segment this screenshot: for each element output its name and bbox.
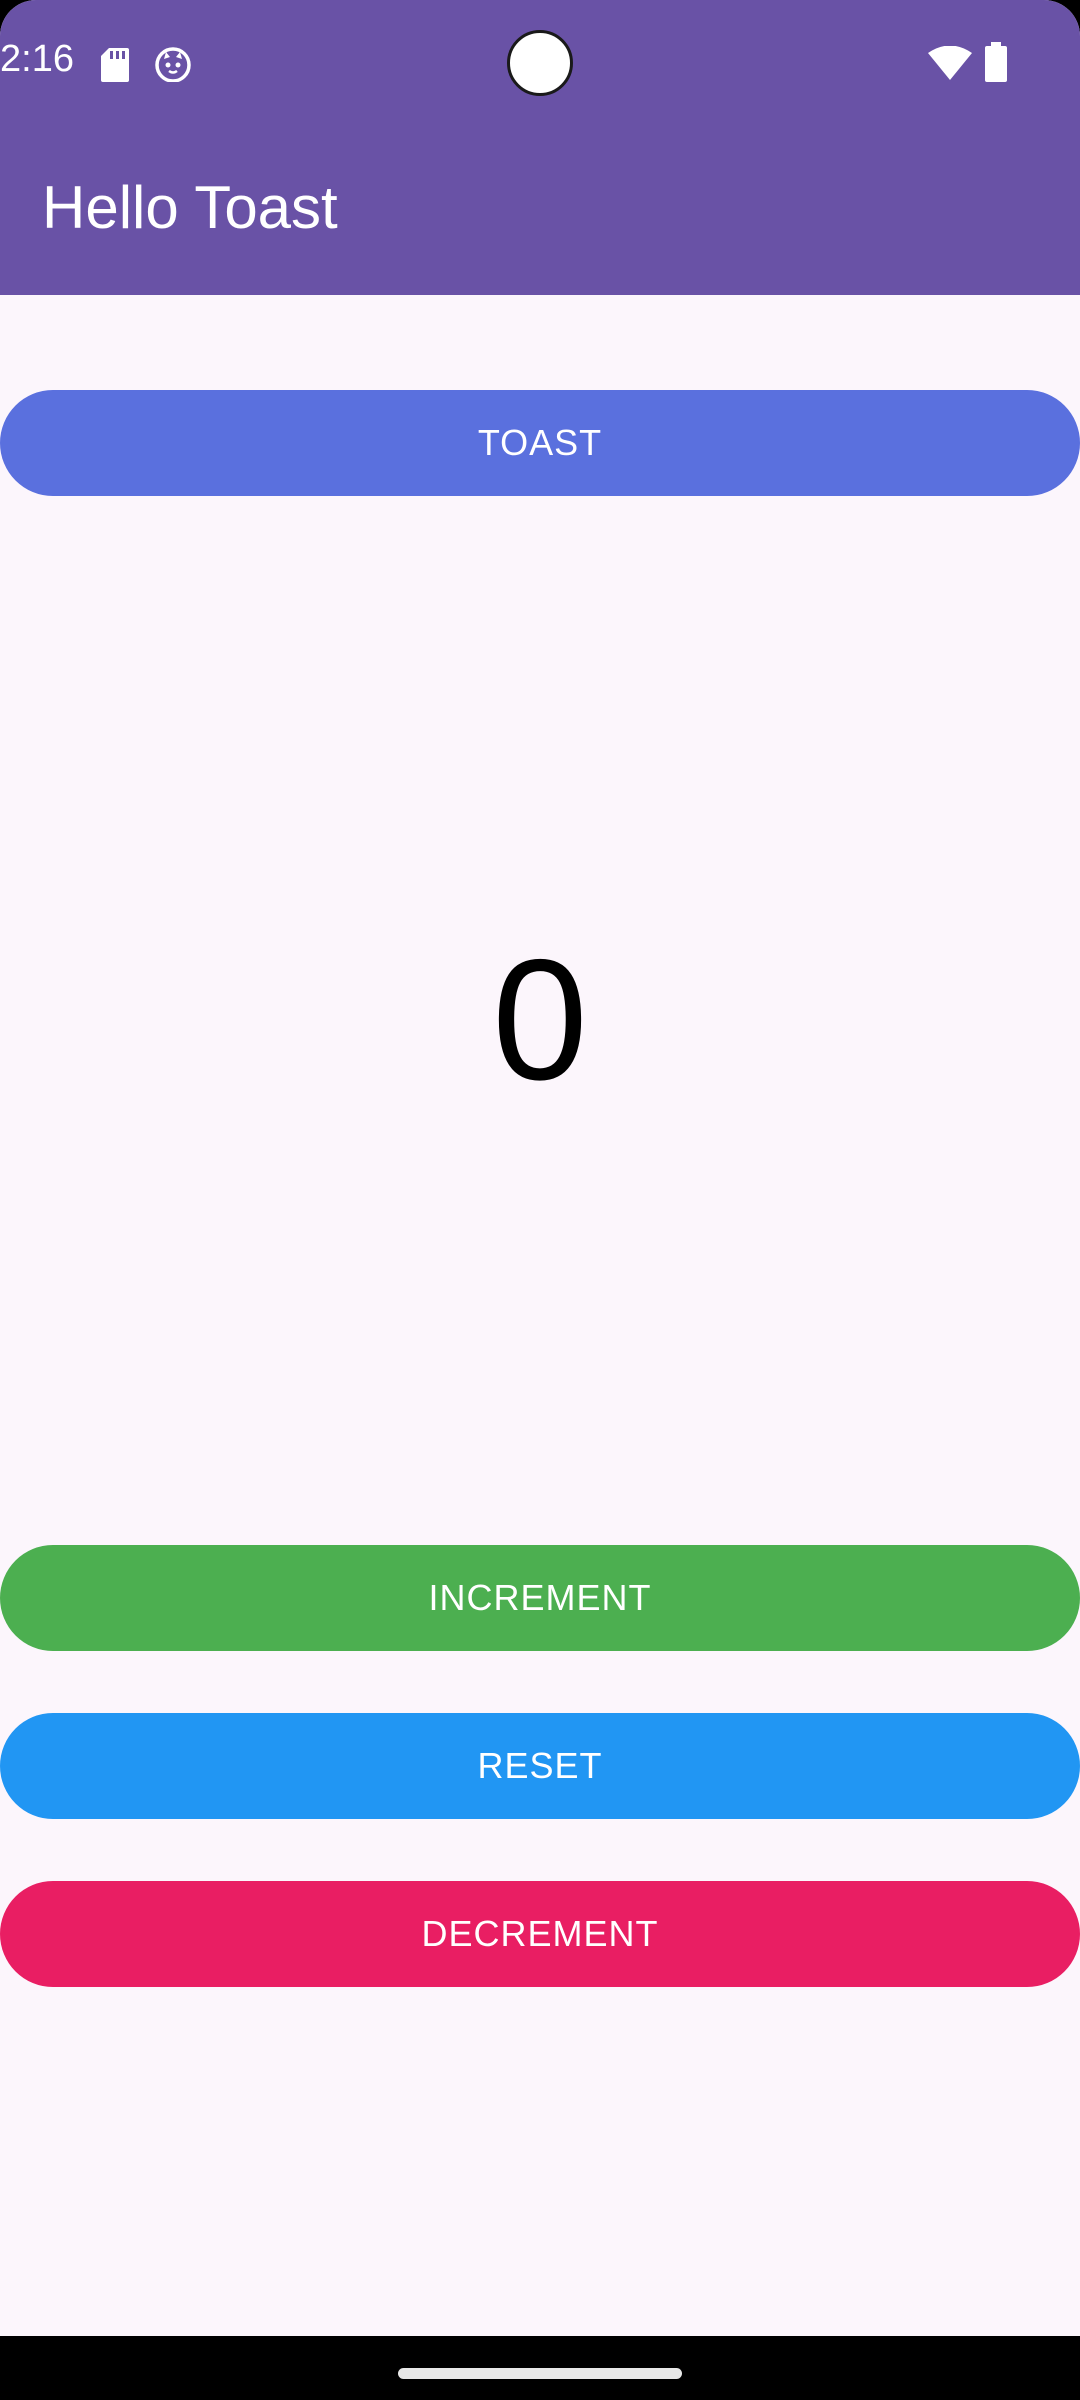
status-bar: 2:16 — [0, 0, 1080, 128]
status-time: 2:16 — [0, 38, 74, 80]
app-title: Hello Toast — [42, 174, 338, 241]
camera-cutout — [507, 30, 573, 96]
home-gesture-handle[interactable] — [398, 2368, 682, 2379]
sd-card-icon — [101, 48, 129, 82]
increment-button[interactable]: INCREMENT — [0, 1545, 1080, 1651]
app-header: 2:16 Hello Toast — [0, 0, 1080, 295]
app-screen: 2:16 Hello Toast TOAST 0 INCREMENT RESET… — [0, 0, 1080, 2336]
wifi-icon — [928, 46, 972, 80]
toast-button[interactable]: TOAST — [0, 390, 1080, 496]
cat-face-icon — [155, 47, 191, 82]
navigation-bar — [0, 2336, 1080, 2400]
counter-display: 0 — [492, 924, 588, 1116]
decrement-button[interactable]: DECREMENT — [0, 1881, 1080, 1987]
battery-icon — [985, 42, 1007, 82]
reset-button[interactable]: RESET — [0, 1713, 1080, 1819]
